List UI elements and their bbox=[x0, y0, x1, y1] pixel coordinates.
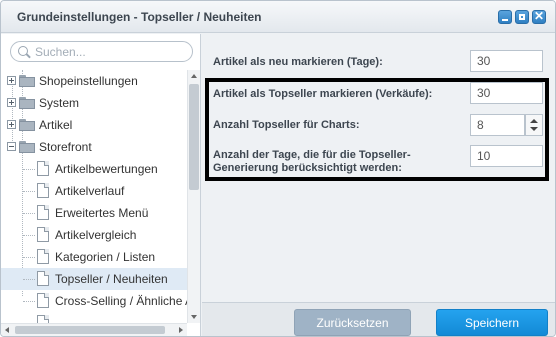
folder-icon bbox=[19, 97, 35, 109]
settings-form: Artikel als neu markieren (Tage): Artike… bbox=[202, 34, 555, 302]
days-generation-label-line1: Anzahl der Tage, die für die Topseller- bbox=[213, 149, 411, 161]
tree-item-label: Cross-Selling / Ähnliche Ar bbox=[55, 294, 187, 308]
close-icon: ✕ bbox=[534, 9, 545, 23]
tree-item-label: Erweitertes Menü bbox=[55, 206, 149, 220]
tree-item-erweitertes-menue[interactable]: Erweitertes Menü bbox=[1, 202, 187, 224]
expand-icon[interactable] bbox=[7, 76, 16, 85]
tree-item-storefront[interactable]: Storefront bbox=[1, 136, 187, 158]
tree-item-label: Shopeinstellungen bbox=[39, 74, 138, 88]
tree-item-label: Artikel bbox=[39, 118, 73, 132]
settings-tree: Shopeinstellungen System Artikel Storefr… bbox=[1, 70, 187, 323]
folder-icon bbox=[19, 75, 35, 87]
scrollbar-thumb[interactable] bbox=[189, 84, 199, 190]
charts-count-label: Anzahl Topseller für Charts: bbox=[213, 119, 360, 131]
page-icon bbox=[37, 183, 49, 198]
search-box[interactable] bbox=[10, 41, 193, 62]
settings-window: Grundeinstellungen - Topseller / Neuheit… bbox=[0, 0, 556, 337]
tree-item-label: Artikelbewertungen bbox=[55, 162, 158, 176]
window-title: Grundeinstellungen - Topseller / Neuheit… bbox=[17, 10, 262, 24]
charts-count-stepper[interactable] bbox=[470, 114, 525, 136]
tree-item-kategorien-listen[interactable]: Kategorien / Listen bbox=[1, 246, 187, 268]
tree-horizontal-scrollbar[interactable] bbox=[1, 323, 187, 336]
title-bar[interactable]: Grundeinstellungen - Topseller / Neuheit… bbox=[1, 1, 555, 33]
tree-item-system[interactable]: System bbox=[1, 92, 187, 114]
scroll-down-icon[interactable] bbox=[191, 315, 197, 319]
button-bar: Zurücksetzen Speichern bbox=[202, 302, 555, 336]
tree-item-artikelbewertungen[interactable]: Artikelbewertungen bbox=[1, 158, 187, 180]
page-icon bbox=[37, 161, 49, 176]
days-generation-label-line2: Generierung berücksichtigt werden: bbox=[213, 162, 402, 174]
folder-icon bbox=[19, 119, 35, 131]
search-icon bbox=[18, 46, 28, 56]
stepper-buttons[interactable] bbox=[525, 114, 543, 136]
tree-item-label: Artikelvergleich bbox=[55, 228, 137, 242]
scrollbar-thumb[interactable] bbox=[15, 326, 165, 334]
page-icon bbox=[37, 249, 49, 264]
tree-item-artikelverlauf[interactable]: Artikelverlauf bbox=[1, 180, 187, 202]
tree-item-artikel[interactable]: Artikel bbox=[1, 114, 187, 136]
page-icon bbox=[37, 293, 49, 308]
tree-item-label: Artikelverlauf bbox=[55, 184, 125, 198]
tree-item-label: Storefront bbox=[39, 140, 92, 154]
expand-icon[interactable] bbox=[7, 98, 16, 107]
maximize-icon bbox=[519, 14, 525, 20]
page-icon bbox=[37, 227, 49, 242]
expand-icon[interactable] bbox=[7, 120, 16, 129]
maximize-button[interactable] bbox=[515, 10, 529, 24]
minimize-icon bbox=[502, 19, 508, 21]
reset-button[interactable]: Zurücksetzen bbox=[294, 309, 411, 336]
tree-item-cross-selling[interactable]: Cross-Selling / Ähnliche Ar bbox=[1, 290, 187, 312]
tree-item-partial[interactable] bbox=[1, 312, 187, 323]
tree-item-artikelvergleich[interactable]: Artikelvergleich bbox=[1, 224, 187, 246]
save-button[interactable]: Speichern bbox=[436, 309, 548, 336]
new-days-field[interactable] bbox=[470, 50, 543, 72]
topseller-sales-label: Artikel als Topseller markieren (Verkäuf… bbox=[213, 88, 433, 100]
scroll-right-icon[interactable] bbox=[179, 327, 183, 333]
tree-item-label: System bbox=[39, 96, 80, 110]
tree-item-shopeinstellungen[interactable]: Shopeinstellungen bbox=[1, 70, 187, 92]
days-generation-field[interactable] bbox=[470, 145, 543, 167]
collapse-icon[interactable] bbox=[7, 142, 16, 151]
tree-item-label: Kategorien / Listen bbox=[55, 250, 156, 264]
navigation-panel: Shopeinstellungen System Artikel Storefr… bbox=[1, 34, 201, 336]
page-icon bbox=[37, 205, 49, 220]
tree-item-topseller-neuheiten[interactable]: Topseller / Neuheiten bbox=[1, 268, 187, 290]
page-icon bbox=[37, 271, 49, 286]
minimize-button[interactable] bbox=[498, 10, 512, 24]
new-days-label: Artikel als neu markieren (Tage): bbox=[213, 56, 383, 68]
close-button[interactable]: ✕ bbox=[532, 9, 546, 24]
scroll-left-icon[interactable] bbox=[5, 327, 9, 333]
increment-icon[interactable] bbox=[530, 119, 538, 123]
topseller-sales-field[interactable] bbox=[470, 82, 543, 104]
decrement-icon[interactable] bbox=[530, 127, 538, 131]
folder-open-icon bbox=[19, 141, 35, 153]
tree-guide-line bbox=[23, 279, 35, 280]
search-input[interactable] bbox=[35, 45, 185, 59]
tree-item-label: Topseller / Neuheiten bbox=[55, 272, 168, 286]
tree-vertical-scrollbar[interactable] bbox=[187, 70, 200, 323]
page-icon bbox=[37, 315, 49, 323]
scroll-up-icon[interactable] bbox=[191, 74, 197, 78]
